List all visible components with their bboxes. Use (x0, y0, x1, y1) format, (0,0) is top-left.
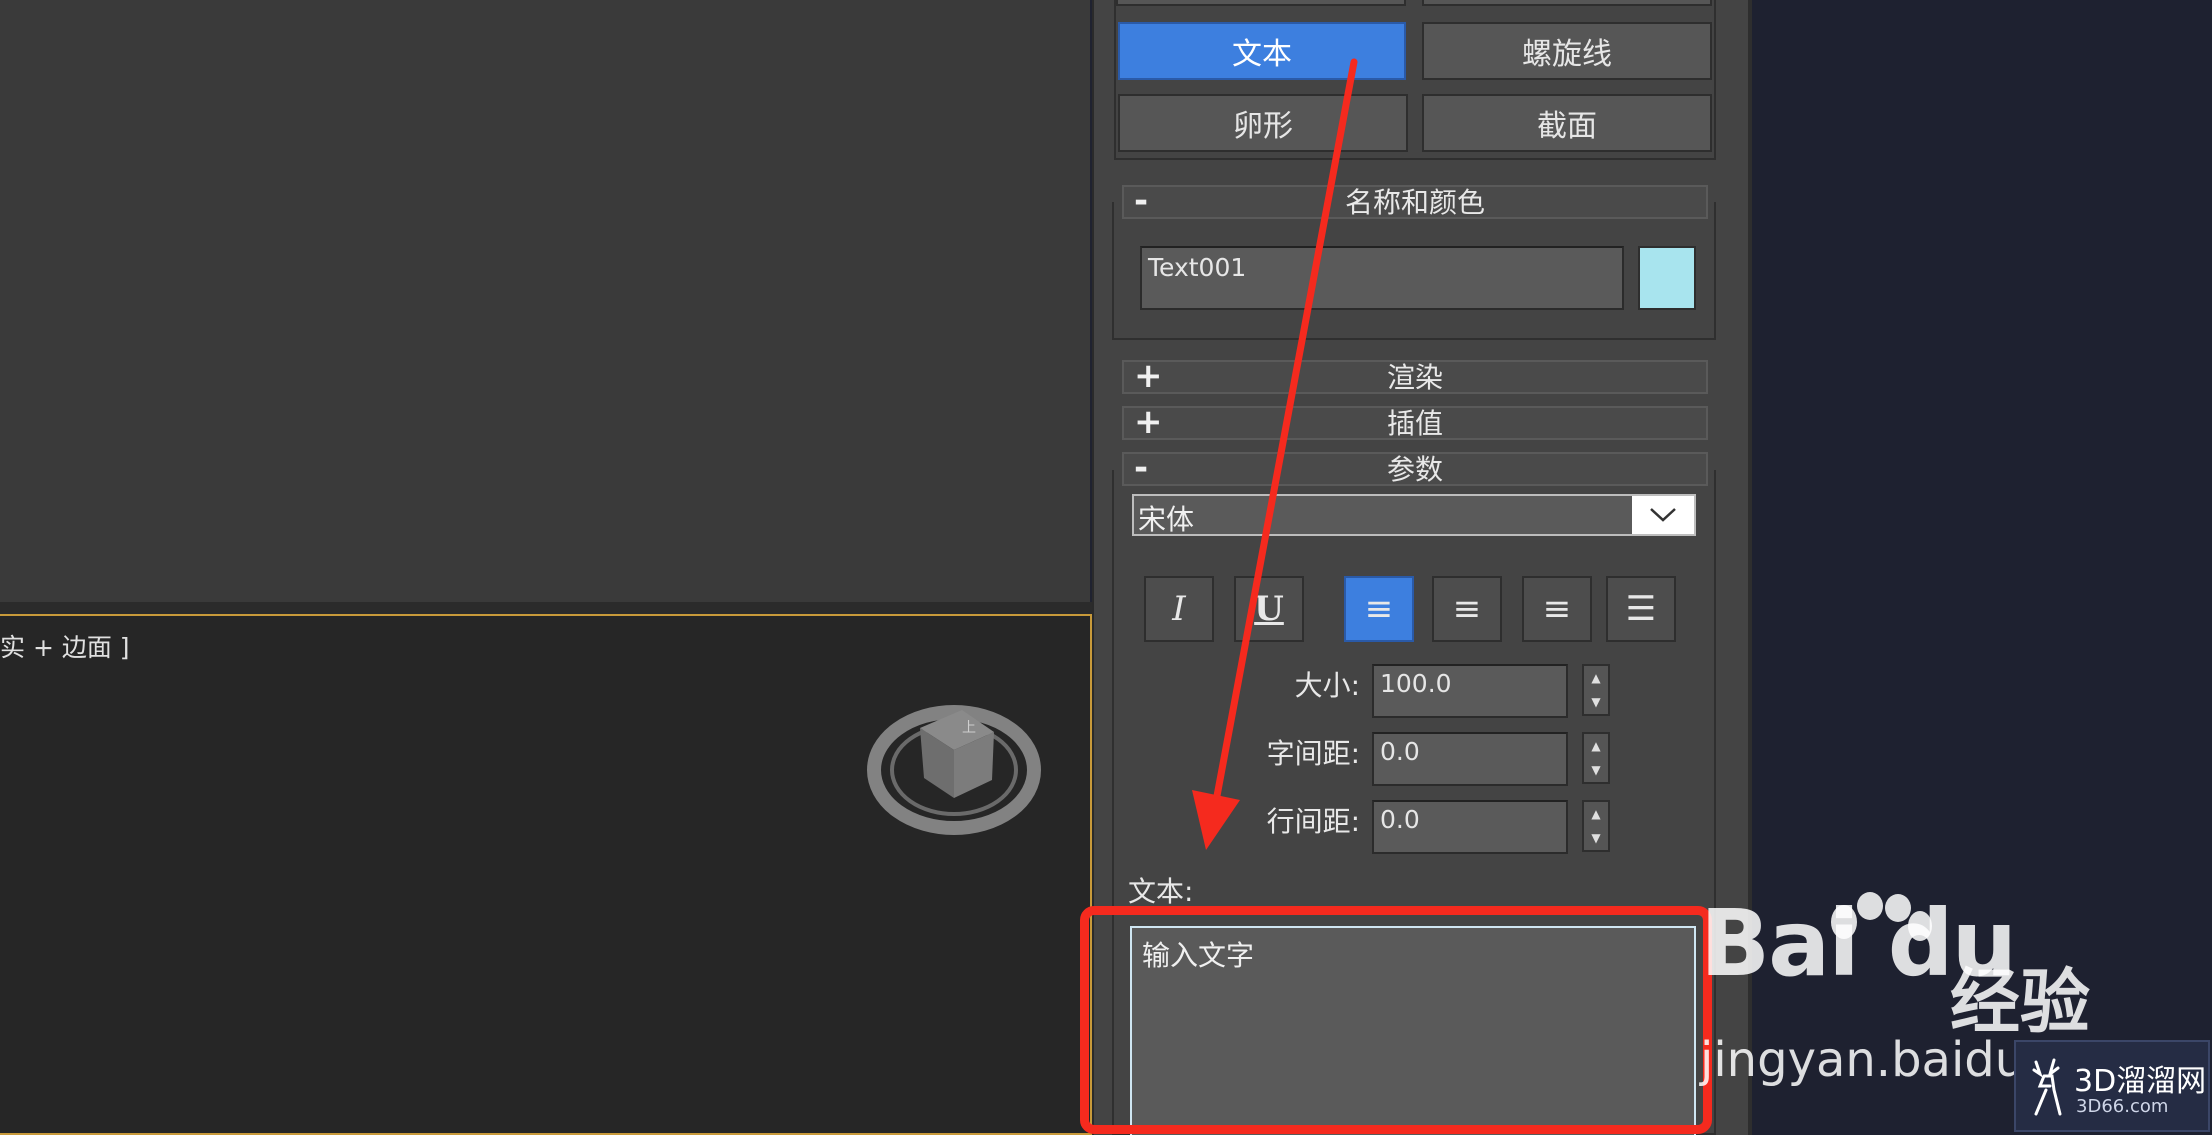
rollout-title: 插值 (1386, 407, 1443, 440)
align-center-button[interactable]: ≡ (1432, 576, 1502, 642)
justify-button[interactable]: ☰ (1606, 576, 1676, 642)
kerning-input[interactable]: 0.0 (1372, 732, 1568, 786)
viewport-top[interactable] (0, 0, 1090, 602)
text-label: 文本: (1128, 875, 1194, 908)
highlight-box (1080, 906, 1712, 1134)
paw-icon (1831, 892, 1932, 941)
italic-button[interactable]: I (1144, 576, 1214, 642)
leading-label: 行间距: (1266, 805, 1360, 838)
viewcube-icon[interactable]: 上 (862, 688, 1042, 858)
rollout-interpolation[interactable]: + 插值 (1122, 402, 1708, 442)
size-input[interactable]: 100.0 (1372, 664, 1568, 718)
align-center-icon: ≡ (1452, 589, 1482, 629)
helix-shape-button[interactable]: 螺旋线 (1422, 22, 1712, 80)
object-name-field[interactable]: Text001 (1140, 246, 1624, 310)
justify-icon: ☰ (1625, 589, 1657, 629)
align-left-button[interactable]: ≡ (1344, 576, 1414, 642)
rollout-title: 参数 (1386, 453, 1443, 486)
rollout-name-and-color[interactable]: - 名称和颜色 (1122, 181, 1708, 221)
rollout-title: 渲染 (1386, 361, 1443, 394)
font-dropdown[interactable]: 宋体 (1132, 494, 1696, 536)
viewport-separator[interactable] (0, 602, 1092, 614)
rollout-rendering[interactable]: + 渲染 (1122, 356, 1708, 396)
align-left-icon: ≡ (1364, 589, 1394, 629)
egg-shape-button[interactable]: 卵形 (1118, 94, 1408, 152)
italic-icon: I (1172, 589, 1186, 629)
underline-button[interactable]: U (1234, 576, 1304, 642)
rollout-title: 名称和颜色 (1344, 186, 1485, 219)
site-url: 3D66.com (2076, 1096, 2169, 1117)
svg-text:上: 上 (962, 720, 976, 736)
rollout-parameters[interactable]: - 参数 (1122, 448, 1708, 488)
leading-input[interactable]: 0.0 (1372, 800, 1568, 854)
leading-spinner[interactable]: ▲ ▼ (1582, 800, 1610, 852)
site-logo: 3D溜溜网 3D66.com (2014, 1040, 2210, 1132)
kerning-label: 字间距: (1266, 737, 1360, 770)
align-right-button[interactable]: ≡ (1522, 576, 1592, 642)
chevron-down-icon[interactable] (1632, 496, 1694, 534)
kerning-spinner[interactable]: ▲ ▼ (1582, 732, 1610, 784)
viewport-label[interactable]: 实 + 边面 ] (0, 628, 130, 664)
size-spinner[interactable]: ▲ ▼ (1582, 664, 1610, 716)
site-name: 3D溜溜网 (2074, 1064, 2207, 1099)
font-value: 宋体 (1138, 503, 1195, 536)
baidu-url-text: jingyan.baidu.c (1700, 1032, 2067, 1088)
text-shape-button[interactable]: 文本 (1118, 22, 1406, 80)
deer-icon (2032, 1058, 2062, 1116)
underline-icon: U (1254, 589, 1284, 629)
section-shape-button[interactable]: 截面 (1422, 94, 1712, 152)
size-label: 大小: (1294, 669, 1360, 702)
align-right-icon: ≡ (1542, 589, 1572, 629)
object-color-swatch[interactable] (1638, 246, 1696, 310)
